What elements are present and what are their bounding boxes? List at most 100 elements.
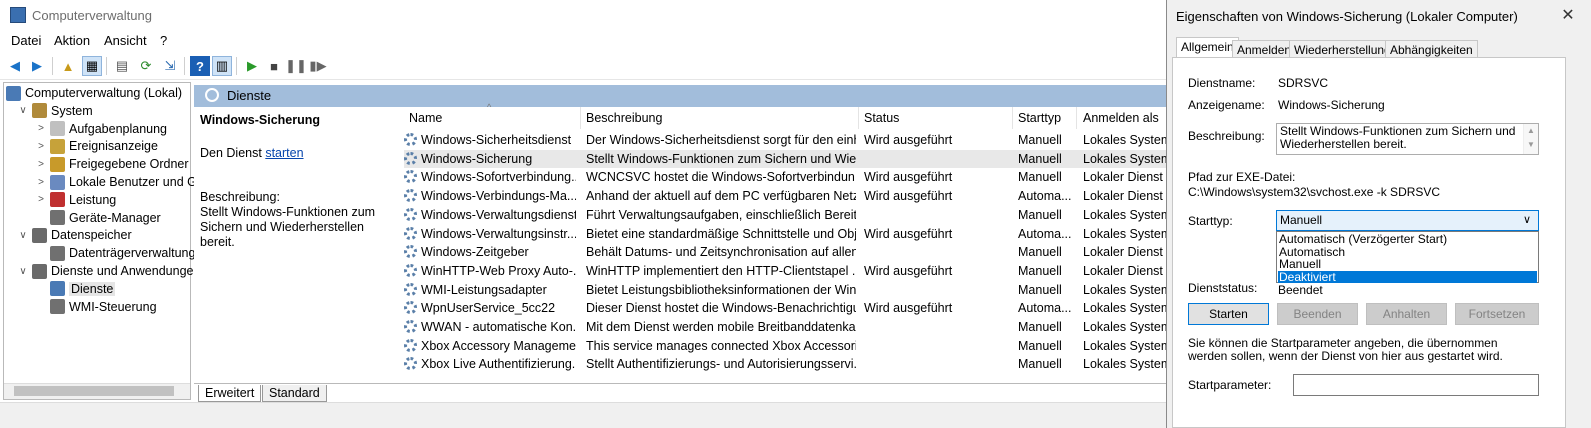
column-header-name[interactable]: Name (409, 111, 442, 125)
table-row[interactable]: Windows-Sofortverbindung... WCNCSVC hoste… (404, 168, 1180, 187)
pause-service-icon[interactable]: ❚❚ (285, 56, 307, 76)
tree-item[interactable]: Computerverwaltung (Lokal) (6, 84, 182, 102)
tab-abhaengigkeiten[interactable]: Abhängigkeiten (1385, 40, 1478, 58)
toolbar-separator (106, 57, 107, 75)
tree-scroll-thumb[interactable] (14, 386, 174, 396)
resume-button[interactable]: Fortsetzen (1455, 303, 1539, 325)
tree-item[interactable]: Datenträgerverwaltung (36, 244, 195, 262)
dialog-scrollbar[interactable] (1566, 30, 1590, 428)
column-separator[interactable] (1012, 107, 1013, 129)
table-row[interactable]: Windows-Sicherheitsdienst Der Windows-Sic… (404, 131, 1180, 150)
tree-item[interactable]: Dienste (36, 280, 116, 298)
table-cell: Behält Datums- und Zeitsynchronisation a… (586, 245, 856, 259)
table-row[interactable]: Windows-Zeitgeber Behält Datums- und Zeit… (404, 243, 1180, 262)
startup-type-select[interactable]: Manuell (1276, 210, 1539, 231)
tab-erweitert[interactable]: Erweitert (198, 385, 262, 402)
tree-item-label: WMI-Steuerung (69, 299, 157, 314)
properties-icon[interactable]: ▤ (112, 56, 132, 76)
column-separator[interactable] (580, 107, 581, 129)
expand-toggle-icon[interactable]: > (36, 159, 46, 170)
table-row[interactable]: Windows-Sicherung Stellt Windows-Funktion… (404, 149, 1180, 169)
chevron-down-icon[interactable]: ∨ (1523, 213, 1531, 226)
expand-toggle-icon[interactable]: > (36, 141, 46, 152)
tree-item[interactable]: > Aufgabenplanung (36, 120, 167, 138)
startup-option-highlighted[interactable]: Deaktiviert (1278, 270, 1537, 283)
export-icon[interactable]: ⇲ (160, 56, 180, 76)
service-gear-icon (404, 133, 417, 146)
refresh-icon[interactable]: ⟳ (136, 56, 156, 76)
menu-help[interactable]: ? (160, 33, 167, 48)
start-parameter-input[interactable] (1293, 374, 1539, 396)
startup-option[interactable]: Manuell (1278, 258, 1537, 271)
tree-item[interactable]: ∨ Dienste und Anwendungen (18, 262, 200, 280)
menu-aktion[interactable]: Aktion (54, 33, 90, 48)
table-row[interactable]: Xbox Accessory Manageme... This service m… (404, 337, 1180, 356)
help-icon[interactable]: ? (190, 56, 210, 76)
table-row[interactable]: Xbox Live Authentifizierung... Stellt Aut… (404, 355, 1180, 374)
toolbar: ◀ ▶ ▲ ▦ ▤ ⟳ ⇲ ? ▥ ▶ ■ ❚❚ ▮▶ (0, 52, 1180, 80)
description-textbox[interactable]: Stellt Windows-Funktionen zum Sichern un… (1276, 123, 1539, 155)
tree-item[interactable]: > Leistung (36, 191, 116, 209)
table-row[interactable]: Windows-Verbindungs-Ma... Anhand der aktu… (404, 187, 1180, 206)
table-row[interactable]: WinHTTP-Web Proxy Auto-... WinHTTP implem… (404, 262, 1180, 281)
up-folder-icon[interactable]: ▲ (58, 56, 78, 76)
start-service-link[interactable]: starten (265, 146, 303, 160)
tree-item[interactable]: Geräte-Manager (36, 209, 161, 227)
tree-item[interactable]: > Lokale Benutzer und Gru (36, 173, 208, 191)
stop-service-icon[interactable]: ■ (264, 56, 284, 76)
expand-toggle-icon[interactable]: ∨ (18, 105, 28, 116)
pause-button[interactable]: Anhalten (1366, 303, 1447, 325)
table-row[interactable]: WMI-Leistungsadapter Bietet Leistungsbibl… (404, 281, 1180, 300)
show-tree-icon[interactable]: ▦ (82, 56, 102, 76)
tree-item[interactable]: > Freigegebene Ordner (36, 155, 189, 173)
table-row[interactable]: Windows-Verwaltungsdienst Führt Verwaltun… (404, 206, 1180, 225)
tree-item[interactable]: WMI-Steuerung (36, 298, 157, 316)
column-header-description[interactable]: Beschreibung (586, 111, 662, 125)
cell-text: Wird ausgeführt (864, 226, 953, 241)
start-service-icon[interactable]: ▶ (242, 56, 262, 76)
tab-anmelden[interactable]: Anmelden (1232, 40, 1297, 58)
description-scrollbar[interactable]: ▲ ▼ (1523, 124, 1538, 154)
restart-service-icon[interactable]: ▮▶ (308, 56, 328, 76)
column-header-status[interactable]: Status (864, 111, 899, 125)
expand-toggle-icon[interactable]: > (36, 177, 46, 188)
table-cell: Windows-Verbindungs-Ma... (404, 189, 576, 203)
table-row[interactable]: WWAN - automatische Kon... Mit dem Dienst… (404, 318, 1180, 337)
tree-item[interactable]: ∨ Datenspeicher (18, 226, 132, 244)
expand-toggle-icon[interactable]: ∨ (18, 230, 28, 241)
table-cell: Windows-Verwaltungsdienst (404, 207, 576, 222)
start-button[interactable]: Starten (1188, 303, 1269, 325)
expand-toggle-icon[interactable]: > (36, 194, 46, 205)
forward-icon[interactable]: ▶ (27, 56, 47, 76)
tab-allgemein[interactable]: Allgemein (1176, 37, 1239, 58)
cell-text: Windows-Sicherheitsdienst (421, 133, 572, 147)
show-action-pane-icon[interactable]: ▥ (212, 56, 232, 76)
cell-text: Manuell (1018, 245, 1062, 260)
performance-icon (50, 192, 65, 208)
tab-wiederherstellung[interactable]: Wiederherstellung (1289, 40, 1396, 58)
close-icon[interactable]: ✕ (1550, 2, 1586, 28)
cell-text: Wird ausgeführt (864, 189, 953, 204)
tree-item-label: Dienste (69, 281, 116, 296)
menu-datei[interactable]: Datei (11, 33, 41, 48)
menu-ansicht[interactable]: Ansicht (104, 33, 147, 48)
table-row[interactable]: Windows-Verwaltungsinstr... Bietet eine s… (404, 225, 1180, 244)
expand-toggle-icon[interactable]: ∨ (18, 266, 28, 277)
cell-text: Lokaler Dienst (1083, 189, 1163, 204)
tab-standard[interactable]: Standard (262, 385, 327, 402)
back-icon[interactable]: ◀ (5, 56, 25, 76)
table-cell: Bietet Leistungsbibliotheksinformationen… (586, 283, 856, 297)
column-separator[interactable] (1076, 107, 1077, 129)
column-header-logon-as[interactable]: Anmelden als (1083, 111, 1159, 125)
event-viewer-icon (50, 138, 65, 154)
service-gear-icon (404, 320, 417, 333)
column-separator[interactable] (858, 107, 859, 129)
cell-text: Windows-Sofortverbindung... (421, 170, 576, 185)
table-row[interactable]: WpnUserService_5cc22 Dieser Dienst hostet… (404, 299, 1180, 318)
column-header-startup-type[interactable]: Starttyp (1018, 111, 1061, 125)
startup-option[interactable]: Automatisch (Verzögerter Start) (1278, 233, 1537, 246)
tree-item[interactable]: ∨ System (18, 102, 93, 120)
stop-button[interactable]: Beenden (1277, 303, 1358, 325)
expand-toggle-icon[interactable]: > (36, 123, 46, 134)
tree-item[interactable]: > Ereignisanzeige (36, 137, 158, 155)
